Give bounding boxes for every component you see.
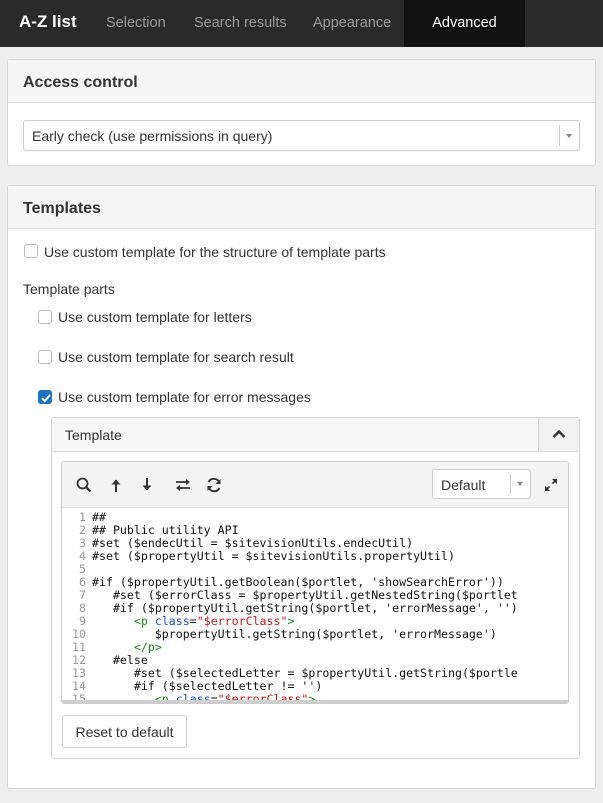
horizontal-scrollbar[interactable] <box>62 700 568 703</box>
code-area[interactable]: 1 2 3 4 5 6 7 8 9 10 11 12 13 14 15 ## ## Public utilit… <box>62 509 568 703</box>
top-nav: A-Z list Selection Search results Appear… <box>0 0 603 47</box>
tab-advanced[interactable]: Advanced <box>404 0 525 47</box>
search-result-checkbox-label[interactable]: Use custom template for search result <box>58 349 294 365</box>
access-control-title: Access control <box>8 60 595 103</box>
expand-icon[interactable] <box>542 476 560 497</box>
access-control-select-value: Early check (use permissions in query) <box>32 128 273 144</box>
error-messages-checkbox[interactable] <box>38 390 52 404</box>
app-title: A-Z list <box>19 12 77 31</box>
chevron-down-icon <box>517 482 523 486</box>
arrow-up-icon[interactable] <box>107 476 125 494</box>
editor-toolbar: Default <box>62 462 568 508</box>
tab-selection[interactable]: Selection <box>106 15 166 31</box>
arrow-down-icon[interactable] <box>138 476 156 494</box>
collapse-button[interactable] <box>538 418 579 451</box>
error-messages-checkbox-label[interactable]: Use custom template for error messages <box>58 389 311 405</box>
theme-select[interactable]: Default <box>432 469 531 499</box>
access-control-select[interactable]: Early check (use permissions in query) <box>23 120 580 151</box>
code-editor[interactable]: Default 1 2 3 4 5 6 7 8 9 10 11 12 13 14 15 ## ## Publi… <box>61 461 569 704</box>
template-box-header[interactable]: Template <box>52 418 579 452</box>
structure-checkbox[interactable] <box>24 244 38 258</box>
check-icon <box>41 394 51 403</box>
template-box-title: Template <box>65 427 122 443</box>
search-icon[interactable] <box>75 476 93 494</box>
letters-checkbox-label[interactable]: Use custom template for letters <box>58 309 252 325</box>
template-parts-label: Template parts <box>23 281 115 297</box>
tab-appearance[interactable]: Appearance <box>313 15 391 31</box>
search-result-checkbox[interactable] <box>38 350 52 364</box>
code-line[interactable]: #set ($propertyUtil = $sitevisionUtils.p… <box>92 550 518 563</box>
code-line[interactable]: </p> <box>92 641 518 654</box>
reset-to-default-button[interactable]: Reset to default <box>62 715 187 748</box>
structure-checkbox-label[interactable]: Use custom template for the structure of… <box>44 244 386 260</box>
letters-checkbox[interactable] <box>38 310 52 324</box>
templates-title: Templates <box>8 186 595 229</box>
refresh-icon[interactable] <box>205 476 223 494</box>
chevron-down-icon <box>566 133 572 138</box>
chevron-up-icon <box>552 429 566 438</box>
swap-icon[interactable] <box>174 476 192 494</box>
code-lines[interactable]: ## ## Public utility API #set ($endecUtil … <box>92 511 518 704</box>
theme-select-value: Default <box>441 477 486 493</box>
line-numbers: 1 2 3 4 5 6 7 8 9 10 11 12 13 14 15 <box>62 511 86 704</box>
tab-search-results[interactable]: Search results <box>194 15 287 31</box>
